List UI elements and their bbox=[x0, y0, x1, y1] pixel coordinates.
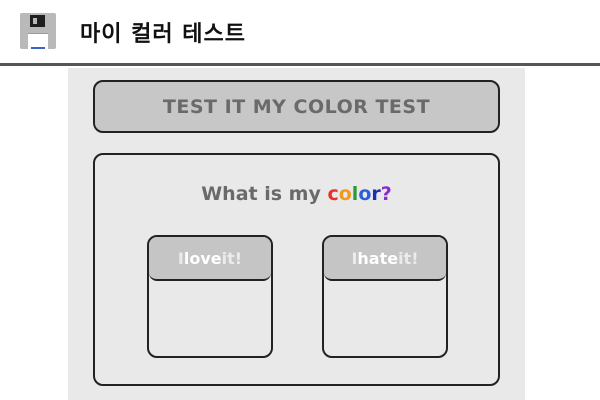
love-it-header[interactable]: I love it! bbox=[149, 237, 271, 281]
love-part1: I bbox=[177, 248, 184, 268]
love-emphasis: love bbox=[183, 248, 222, 268]
color-letter-r: r bbox=[371, 183, 381, 205]
color-letter-o2: o bbox=[358, 183, 372, 205]
main-panel: TEST IT MY COLOR TEST What is my color? … bbox=[68, 68, 525, 400]
banner-text: TEST IT MY COLOR TEST bbox=[162, 95, 431, 118]
hate-part1: I bbox=[351, 248, 358, 268]
hate-it-header[interactable]: I hate it! bbox=[324, 237, 446, 281]
hate-it-button[interactable]: I hate it! bbox=[322, 235, 448, 358]
title-banner: TEST IT MY COLOR TEST bbox=[93, 80, 500, 133]
color-letter-c: c bbox=[327, 183, 339, 205]
app-header: 마이 컬러 테스트 bbox=[0, 0, 600, 66]
floppy-label bbox=[28, 33, 48, 49]
app-title: 마이 컬러 테스트 bbox=[80, 22, 246, 47]
question-prefix: What is my bbox=[201, 183, 328, 205]
love-part2: it! bbox=[221, 248, 243, 268]
question-text: What is my color? bbox=[95, 183, 498, 205]
color-letter-o1: o bbox=[338, 183, 352, 205]
floppy-disk-icon[interactable] bbox=[20, 13, 56, 49]
question-mark: ? bbox=[380, 183, 392, 205]
question-card: What is my color? I love it! I hate it! bbox=[93, 153, 500, 386]
hate-emphasis: hate bbox=[357, 248, 399, 268]
floppy-shutter bbox=[30, 15, 45, 27]
hate-part2: it! bbox=[398, 248, 419, 268]
love-it-button[interactable]: I love it! bbox=[147, 235, 273, 358]
